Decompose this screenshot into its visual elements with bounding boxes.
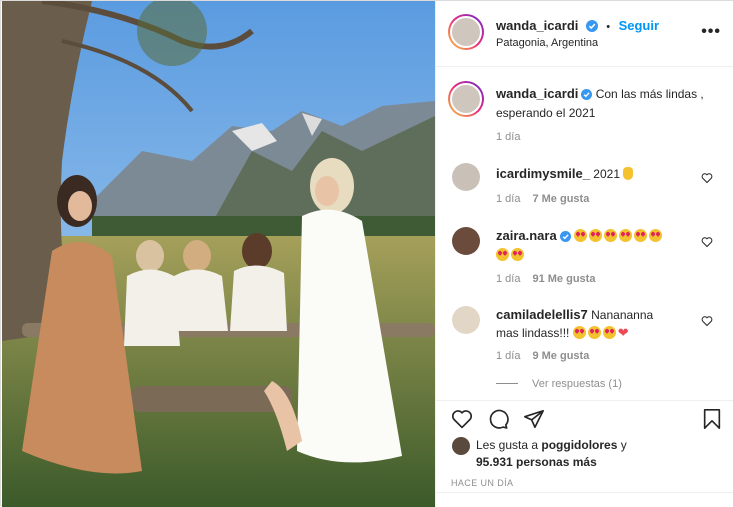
commenter-avatar[interactable] xyxy=(452,163,480,191)
view-replies-link[interactable]: Ver respuestas (1) xyxy=(496,378,622,390)
verified-badge-icon xyxy=(581,88,593,105)
comment-likes[interactable]: 7 Me gusta xyxy=(532,193,589,205)
comment-heart-icon[interactable] xyxy=(701,171,713,189)
header-separator: • xyxy=(606,21,611,33)
waving-hand-icon xyxy=(623,167,634,180)
bookmark-icon[interactable] xyxy=(701,408,723,435)
share-icon[interactable] xyxy=(523,408,545,435)
comment-username[interactable]: zaira.nara xyxy=(496,228,557,243)
heart-icon[interactable] xyxy=(451,408,473,435)
post-actions: Les gusta a poggidolores y 95.931 person… xyxy=(436,400,733,507)
post-location[interactable]: Patagonia, Argentina xyxy=(496,37,598,49)
liker-avatar[interactable] xyxy=(452,437,470,455)
commenter-avatar[interactable] xyxy=(452,306,480,334)
heart-eyes-emoji-icon xyxy=(572,326,618,340)
comment-likes[interactable]: 9 Me gusta xyxy=(532,350,589,362)
comment-heart-icon[interactable] xyxy=(701,235,713,253)
post-side-panel: wanda_icardi • Seguir Patagonia, Argenti… xyxy=(435,1,733,507)
comment-meta: 1 día 7 Me gusta xyxy=(496,193,589,205)
comment-text: 2021 xyxy=(593,167,620,181)
comment-meta: 1 día 9 Me gusta xyxy=(496,350,589,362)
liker-username[interactable]: poggidolores xyxy=(541,438,617,452)
divider xyxy=(436,492,733,493)
author-avatar[interactable] xyxy=(448,14,484,50)
comment-heart-icon[interactable] xyxy=(701,314,713,332)
comment-time[interactable]: 1 día xyxy=(496,350,520,362)
post-window: wanda_icardi • Seguir Patagonia, Argenti… xyxy=(0,0,733,507)
post-photo-illustration xyxy=(2,1,435,507)
likes-count[interactable]: 95.931 personas más xyxy=(476,455,597,469)
likes-summary: Les gusta a poggidolores y 95.931 person… xyxy=(476,437,627,471)
commenter-avatar[interactable] xyxy=(452,227,480,255)
caption-username[interactable]: wanda_icardi xyxy=(496,86,578,101)
comment-likes[interactable]: 91 Me gusta xyxy=(532,273,595,285)
more-options-icon[interactable]: ••• xyxy=(701,23,721,41)
caption-time[interactable]: 1 día xyxy=(496,131,520,143)
verified-badge-icon xyxy=(585,19,598,37)
replies-dash xyxy=(496,383,518,384)
comment-time[interactable]: 1 día xyxy=(496,193,520,205)
comment-icon[interactable] xyxy=(487,408,509,435)
red-heart-icon: ❤ xyxy=(617,325,629,340)
likes-suffix: y xyxy=(617,438,627,452)
post-timestamp[interactable]: HACE UN DÍA xyxy=(451,478,513,488)
caption-avatar[interactable] xyxy=(448,81,484,117)
comment-username[interactable]: camiladelellis7 xyxy=(496,307,588,322)
comment-meta: 1 día 91 Me gusta xyxy=(496,273,595,285)
comment-username[interactable]: icardimysmile_ xyxy=(496,166,590,181)
post-photo[interactable] xyxy=(2,1,435,507)
comment-time[interactable]: 1 día xyxy=(496,273,520,285)
view-replies-label: Ver respuestas (1) xyxy=(532,378,622,390)
comments-section[interactable]: wanda_icardi Con las más lindas , espera… xyxy=(436,68,733,400)
post-header: wanda_icardi • Seguir Patagonia, Argenti… xyxy=(436,1,733,67)
author-username[interactable]: wanda_icardi xyxy=(496,18,578,33)
verified-badge-icon xyxy=(559,230,571,247)
follow-button[interactable]: Seguir xyxy=(619,18,659,33)
likes-prefix: Les gusta a xyxy=(476,438,542,452)
